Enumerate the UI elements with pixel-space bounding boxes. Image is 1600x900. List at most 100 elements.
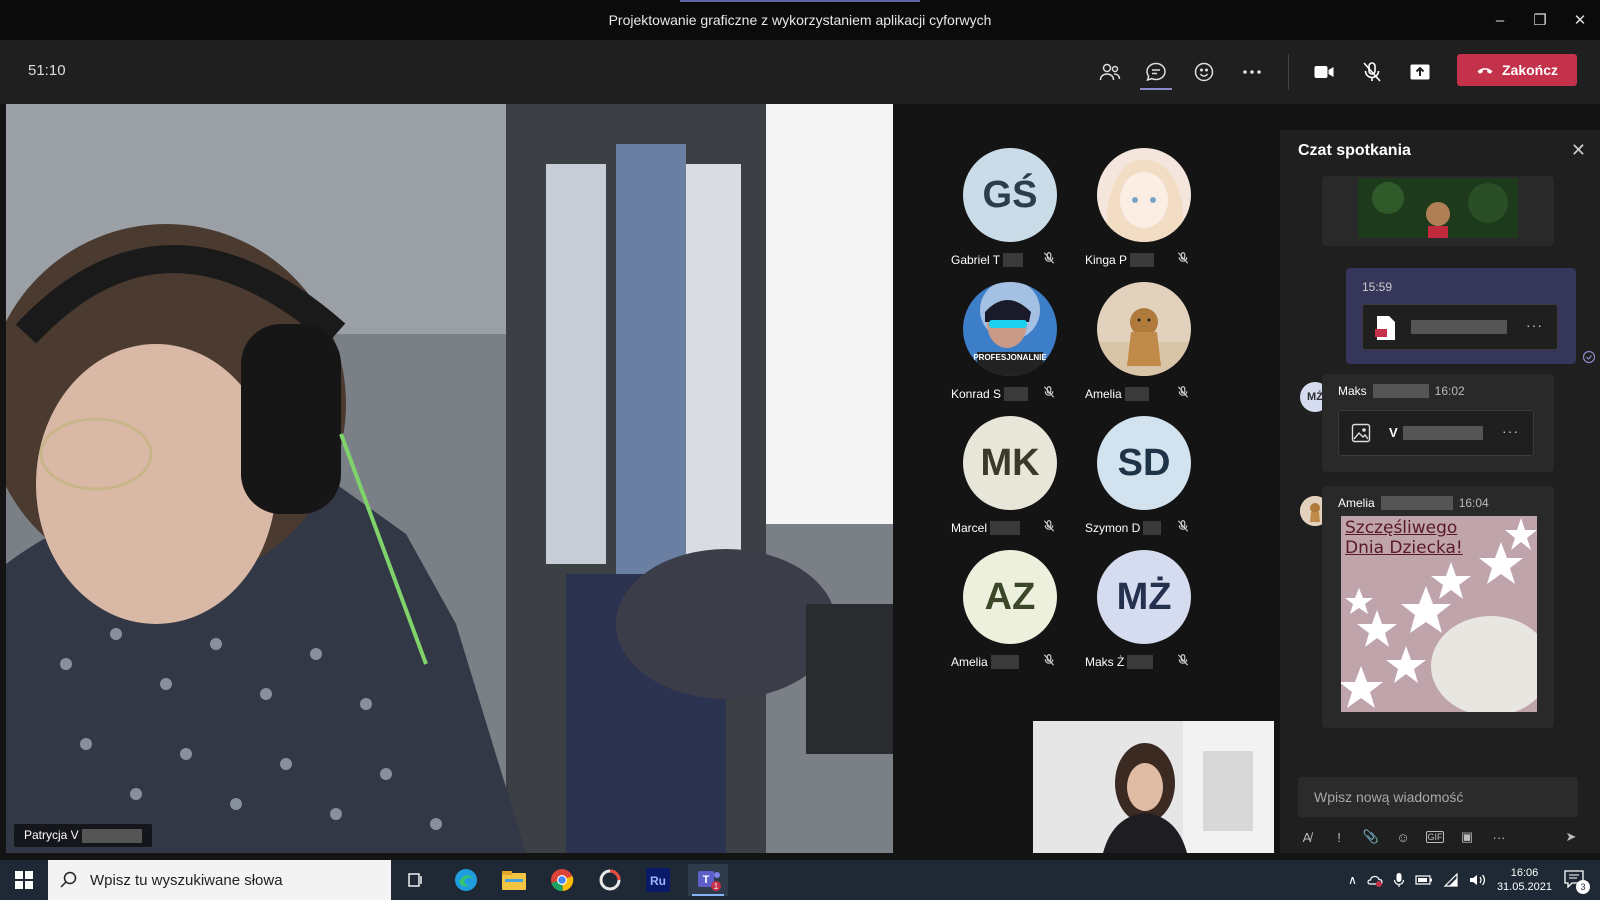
participants-button[interactable] <box>1092 54 1128 90</box>
share-icon <box>1410 64 1430 80</box>
toolbar-divider <box>1288 54 1289 90</box>
chat-compose-input[interactable]: Wpisz nową wiadomość <box>1298 777 1578 817</box>
read-receipt-icon <box>1582 350 1596 364</box>
notifications-button[interactable]: 3 <box>1562 868 1590 894</box>
end-call-button[interactable]: Zakończ <box>1457 54 1577 86</box>
chat-title: Czat spotkania <box>1298 142 1411 159</box>
microphone-icon[interactable] <box>1393 872 1405 888</box>
participant-tile[interactable]: PROFESJONALNIE Konrad S <box>945 282 1075 412</box>
task-view-icon <box>408 873 422 887</box>
chat-icon <box>1146 62 1166 82</box>
file-more-icon[interactable]: ··· <box>1526 317 1543 333</box>
participant-tile[interactable]: MK Marcel <box>945 416 1075 546</box>
participant-tile[interactable]: Amelia <box>1079 282 1209 412</box>
more-icon <box>1243 70 1261 74</box>
format-icon[interactable]: A̸ <box>1298 830 1316 845</box>
restore-button[interactable]: ❐ <box>1520 0 1560 40</box>
volume-icon[interactable] <box>1469 873 1487 887</box>
taskbar-search[interactable]: Wpisz tu wyszukiwane słowa <box>48 860 391 900</box>
phone-hangup-icon <box>1477 68 1493 74</box>
avatar-initials: MŻ <box>1116 575 1172 618</box>
onedrive-icon[interactable] <box>1367 872 1383 888</box>
taskbar-app[interactable] <box>590 864 630 896</box>
avatar-initials: MK <box>980 441 1040 484</box>
compose-toolbar: A̸ ! 📎 ☺ GIF ▣ ··· ➤ <box>1298 825 1580 849</box>
windows-taskbar: Wpisz tu wyszukiwane słowa Ru T1 ∧ 16:06… <box>0 860 1600 900</box>
own-message[interactable]: 15:59 ··· <box>1346 268 1576 364</box>
participant-avatar-image: PROFESJONALNIE <box>963 282 1057 376</box>
taskbar-file-explorer[interactable] <box>494 864 534 896</box>
participant-tile[interactable]: Kinga P <box>1079 148 1209 278</box>
mic-muted-icon <box>1177 386 1189 398</box>
ru-app-icon: Ru <box>646 868 670 892</box>
reactions-button[interactable] <box>1186 54 1222 90</box>
file-more-icon[interactable]: ··· <box>1502 423 1519 439</box>
self-video-frame <box>1033 721 1274 853</box>
message-time: 15:59 <box>1362 280 1393 294</box>
taskbar-teams[interactable]: T1 <box>688 864 728 896</box>
start-button[interactable] <box>0 860 48 900</box>
taskbar-chrome[interactable] <box>542 864 582 896</box>
battery-icon[interactable] <box>1415 874 1433 886</box>
gif-icon[interactable]: GIF <box>1426 831 1444 843</box>
redacted-surname <box>1004 387 1029 401</box>
important-icon[interactable]: ! <box>1330 830 1348 845</box>
close-chat-button[interactable]: ✕ <box>1571 140 1586 161</box>
participant-tile[interactable]: AZ Amelia <box>945 550 1075 680</box>
mic-muted-icon <box>1177 252 1189 264</box>
minimize-button[interactable]: – <box>1480 0 1520 40</box>
greeting-card-image[interactable]: Szczęśliwego Dnia Dziecka! <box>1341 516 1537 712</box>
participant-name: Amelia <box>1085 387 1122 401</box>
file-attachment[interactable]: ··· <box>1362 304 1558 350</box>
redacted-surname <box>1127 655 1154 669</box>
sticker-icon[interactable]: ▣ <box>1458 829 1476 845</box>
wifi-icon[interactable] <box>1443 873 1459 887</box>
window-titlebar: Projektowanie graficzne z wykorzystaniem… <box>0 0 1600 40</box>
taskbar-clock[interactable]: 16:06 31.05.2021 <box>1497 866 1552 894</box>
participant-tile[interactable]: GŚ Gabriel T <box>945 148 1075 278</box>
participant-name-tag: Patrycja V <box>14 824 153 847</box>
windows-logo-icon <box>15 871 33 889</box>
participant-avatar-image <box>1097 148 1191 242</box>
self-video[interactable] <box>1033 721 1274 853</box>
participant-tile[interactable]: MŻ Maks Ż <box>1079 550 1209 680</box>
participant-tile[interactable]: SD Szymon D <box>1079 416 1209 546</box>
attach-icon[interactable]: 📎 <box>1362 829 1380 845</box>
task-view-button[interactable] <box>396 864 436 896</box>
redacted-surname <box>990 521 1021 535</box>
participant-avatar-image <box>1097 282 1191 376</box>
mic-muted-icon <box>1043 654 1055 666</box>
author-initials: MŻ <box>1307 391 1323 403</box>
message-author: Maks <box>1338 384 1367 398</box>
chat-button[interactable] <box>1138 54 1174 90</box>
chat-message[interactable]: Amelia 16:04 Szczęśliwego Dnia Dziecka! <box>1322 486 1554 728</box>
close-window-button[interactable]: ✕ <box>1560 0 1600 40</box>
participant-name: Konrad S <box>951 387 1002 401</box>
emoji-icon[interactable]: ☺ <box>1394 830 1412 845</box>
svg-text:Ru: Ru <box>650 874 666 888</box>
taskbar-ru-app[interactable]: Ru <box>638 864 678 896</box>
redacted-filename <box>1411 320 1507 334</box>
mic-button[interactable] <box>1354 54 1390 90</box>
message-time: 16:02 <box>1434 384 1465 398</box>
tray-chevron-icon[interactable]: ∧ <box>1348 873 1357 887</box>
more-actions-button[interactable] <box>1234 54 1270 90</box>
camera-button[interactable] <box>1306 54 1342 90</box>
main-video: Patrycja V <box>6 104 893 853</box>
file-name-prefix: V <box>1389 425 1398 440</box>
image-message[interactable] <box>1322 176 1554 246</box>
redacted-surname <box>1143 521 1162 535</box>
video-frame <box>6 104 893 853</box>
system-tray: ∧ 16:06 31.05.2021 3 <box>1348 860 1600 900</box>
share-screen-button[interactable] <box>1402 54 1438 90</box>
avatar-overlay-text: PROFESJONALNIE <box>973 353 1047 362</box>
chat-message[interactable]: Maks 16:02 V ··· <box>1322 374 1554 472</box>
more-options-icon[interactable]: ··· <box>1490 830 1508 845</box>
mic-muted-icon <box>1043 386 1055 398</box>
edge-icon <box>455 869 477 891</box>
redacted-filename <box>1403 426 1483 440</box>
taskbar-edge[interactable] <box>446 864 486 896</box>
send-icon[interactable]: ➤ <box>1562 829 1580 845</box>
redacted-surname <box>1380 496 1453 510</box>
file-attachment[interactable]: V ··· <box>1338 410 1534 456</box>
